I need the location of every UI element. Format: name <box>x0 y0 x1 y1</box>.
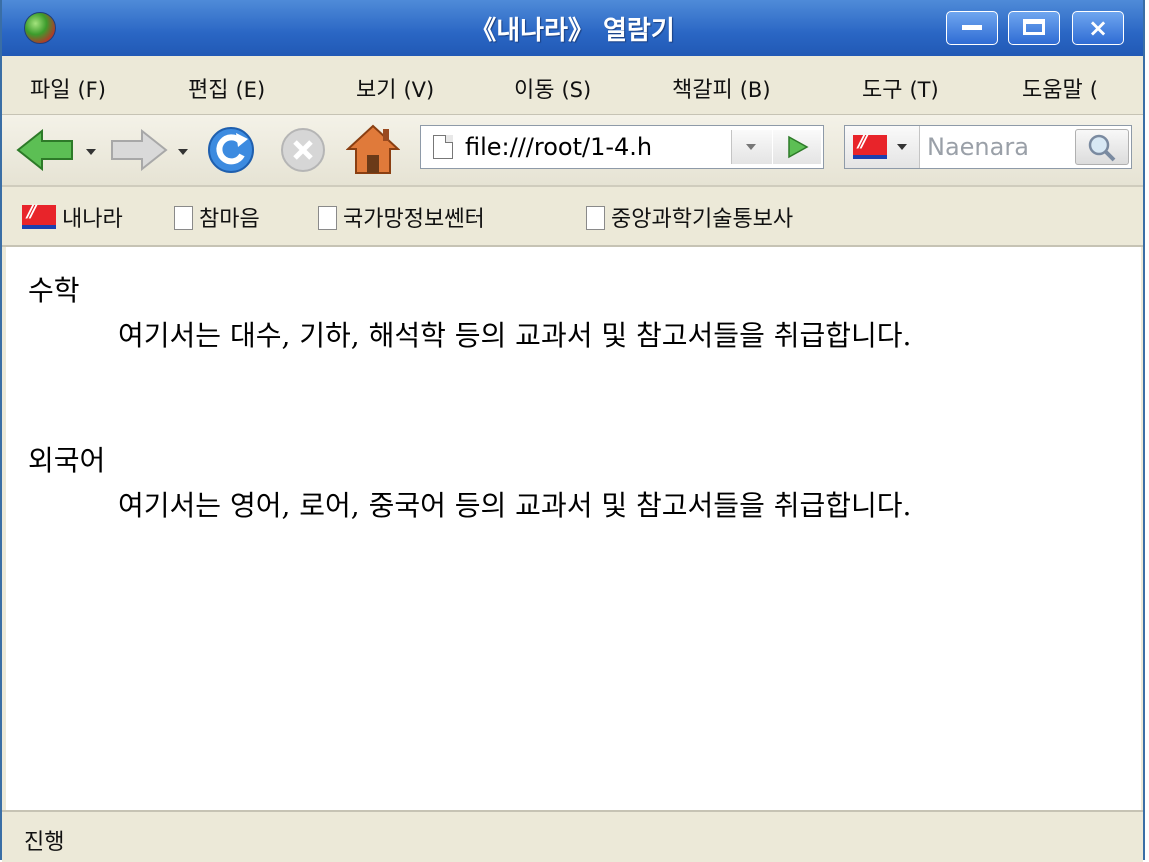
forward-history-dropdown[interactable] <box>178 149 188 155</box>
back-arrow-icon[interactable] <box>16 129 76 171</box>
bookmark-chammaeum[interactable]: 참마음 <box>174 201 260 233</box>
bookmark-central-science-news[interactable]: 중앙과학기술통보사 <box>586 201 793 233</box>
naenara-logo-icon <box>853 132 887 159</box>
close-icon: × <box>1087 14 1109 42</box>
page-icon <box>433 135 453 159</box>
menu-tools[interactable]: 도구 (T) <box>862 72 939 104</box>
subject-term-math: 수학 <box>28 274 80 307</box>
go-arrow-icon <box>788 135 809 159</box>
search-button[interactable] <box>1075 129 1129 165</box>
maximize-icon <box>1023 19 1045 35</box>
search-bar <box>844 125 1132 169</box>
chevron-down-icon <box>897 144 907 150</box>
back-history-dropdown[interactable] <box>86 149 96 155</box>
menu-bar: 파일 (F) 편집 (E) 보기 (V) 이동 (S) 책갈피 (B) 도구 (… <box>2 56 1143 115</box>
status-bar: 진행 <box>2 810 1143 862</box>
title-bar: 《내나라》 열람기 × <box>2 0 1143 56</box>
search-input[interactable] <box>927 132 1067 162</box>
go-button[interactable] <box>773 130 821 164</box>
bookmark-naenara[interactable]: 내나라 <box>22 201 123 233</box>
page-content: 수학 여기서는 대수, 기하, 해석학 등의 교과서 및 참고서들을 취급합니다… <box>6 247 1141 810</box>
browser-window: 《내나라》 열람기 × 파일 (F) 편집 (E) 보기 (V) 이동 (S) … <box>0 0 1145 862</box>
navigation-toolbar <box>2 115 1143 187</box>
minimize-button[interactable] <box>946 11 998 45</box>
page-icon <box>318 206 337 230</box>
page-icon <box>174 206 193 230</box>
menu-help[interactable]: 도움말 ( <box>1022 72 1098 104</box>
search-engine-selector[interactable] <box>845 126 920 168</box>
bookmark-national-network-center[interactable]: 국가망정보쎈터 <box>318 201 485 233</box>
subject-description-foreign-language: 여기서는 영어, 로어, 중국어 등의 교과서 및 참고서들을 취급합니다. <box>118 489 912 522</box>
close-button[interactable]: × <box>1072 11 1124 45</box>
bookmarks-toolbar: 내나라 참마음 국가망정보쎈터 중앙과학기술통보사 <box>2 187 1143 247</box>
menu-go[interactable]: 이동 (S) <box>514 72 591 104</box>
stop-icon[interactable] <box>278 125 328 175</box>
menu-view[interactable]: 보기 (V) <box>356 72 434 104</box>
menu-bookmarks[interactable]: 책갈피 (B) <box>672 72 771 104</box>
reload-icon[interactable] <box>206 125 256 175</box>
menu-file[interactable]: 파일 (F) <box>30 72 106 104</box>
minimize-icon <box>962 25 982 30</box>
page-icon <box>586 206 605 230</box>
subject-description-math: 여기서는 대수, 기하, 해석학 등의 교과서 및 참고서들을 취급합니다. <box>118 319 912 352</box>
naenara-logo-icon <box>22 202 56 229</box>
url-input[interactable] <box>465 132 735 162</box>
status-text: 진행 <box>24 830 65 855</box>
url-history-dropdown[interactable] <box>731 130 772 164</box>
chevron-down-icon <box>746 144 756 150</box>
address-bar <box>420 125 824 169</box>
menu-edit[interactable]: 편집 (E) <box>188 72 265 104</box>
forward-arrow-icon[interactable] <box>108 129 168 171</box>
subject-term-foreign-language: 외국어 <box>28 444 106 477</box>
search-icon <box>1088 134 1116 162</box>
maximize-button[interactable] <box>1008 11 1060 45</box>
home-icon[interactable] <box>346 123 400 175</box>
